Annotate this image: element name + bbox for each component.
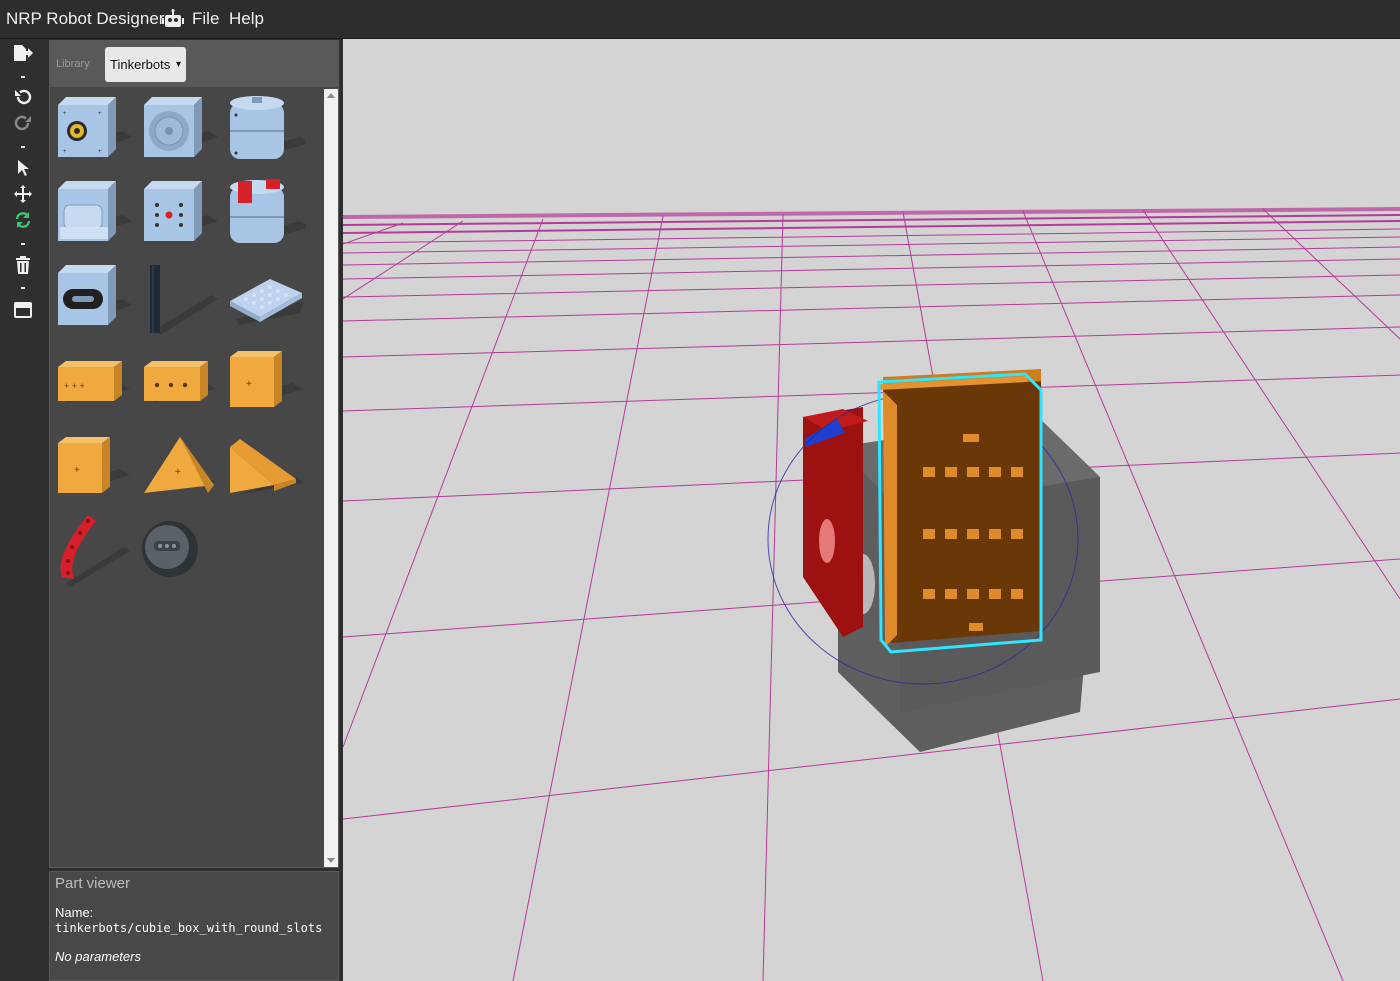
library-label: Library [56, 58, 90, 70]
part-servo-cube-blue[interactable] [140, 93, 220, 169]
scroll-up-icon[interactable] [327, 93, 335, 98]
part-motor-cube-blue[interactable]: + + + + [54, 93, 134, 169]
part-cube-orange-2[interactable]: + [54, 429, 134, 505]
part-pyramid-orange[interactable]: + [140, 429, 220, 505]
toolbar-separator [21, 76, 25, 78]
part-hinge-cube-blue[interactable] [54, 177, 134, 253]
svg-text:+: + [63, 149, 67, 155]
chevron-down-icon: ▾ [175, 59, 181, 70]
library-dropdown[interactable]: Tinkerbots ▾ [105, 47, 186, 82]
library-scrollbar[interactable] [324, 89, 338, 867]
library-header: Library Tinkerbots ▾ [50, 41, 338, 87]
part-axle-black[interactable] [140, 261, 220, 337]
3d-viewport[interactable] [343, 39, 1400, 981]
window-icon[interactable] [12, 300, 34, 320]
part-switch-cube-blue[interactable] [54, 261, 134, 337]
undo-icon[interactable] [12, 87, 34, 107]
app-title: NRP Robot Designer [6, 9, 165, 28]
part-brick-orange-1[interactable]: + + + [54, 345, 134, 421]
menu-help[interactable]: Help [229, 9, 264, 29]
part-plate-blue[interactable] [226, 261, 306, 337]
title-bar: NRP Robot Designer File Help [0, 0, 1400, 39]
svg-text:+: + [246, 379, 252, 390]
svg-text:+: + [98, 111, 102, 117]
part-wheel-grey[interactable] [140, 511, 220, 587]
part-params: No parameters [55, 949, 141, 964]
rotate-icon[interactable] [12, 210, 34, 230]
toolbar-separator [21, 146, 25, 148]
robot-icon [162, 9, 184, 27]
svg-text:+: + [175, 467, 181, 478]
svg-text:+ + +: + + + [64, 381, 85, 391]
part-viewer-title: Part viewer [55, 875, 131, 892]
toolbar-separator [21, 243, 25, 245]
menu-file[interactable]: File [192, 9, 219, 29]
svg-text:+: + [63, 111, 67, 117]
scene-canvas[interactable] [343, 39, 1400, 981]
svg-text:+: + [74, 465, 80, 476]
part-gripper-cylinder-blue[interactable] [226, 177, 310, 253]
part-sensor-cube-blue[interactable] [140, 177, 220, 253]
part-name-value: tinkerbots/cubie_box_with_round_slots [55, 921, 323, 935]
part-wedge-orange[interactable] [226, 429, 306, 505]
toolbar-separator [21, 287, 25, 289]
select-pointer-icon[interactable] [12, 158, 34, 178]
part-cylinder-blue[interactable] [226, 93, 310, 169]
part-cube-orange[interactable]: + [226, 345, 306, 421]
redo-icon[interactable] [12, 113, 34, 133]
library-dropdown-value: Tinkerbots [110, 57, 171, 72]
tool-strip [0, 39, 46, 981]
part-brick-orange-2[interactable] [140, 345, 220, 421]
robot-assembly[interactable] [767, 369, 1100, 752]
part-name-label: Name: [55, 905, 94, 920]
part-arm-red[interactable] [54, 511, 134, 587]
delete-icon[interactable] [12, 255, 34, 275]
scroll-down-icon[interactable] [327, 858, 335, 863]
export-icon[interactable] [12, 43, 34, 63]
part-viewer-panel: Part viewer Name: tinkerbots/cubie_box_w… [49, 871, 339, 981]
library-panel: Library Tinkerbots ▾ + + + + + + + + + + [49, 40, 339, 868]
svg-text:+: + [98, 149, 102, 155]
move-icon[interactable] [12, 184, 34, 204]
